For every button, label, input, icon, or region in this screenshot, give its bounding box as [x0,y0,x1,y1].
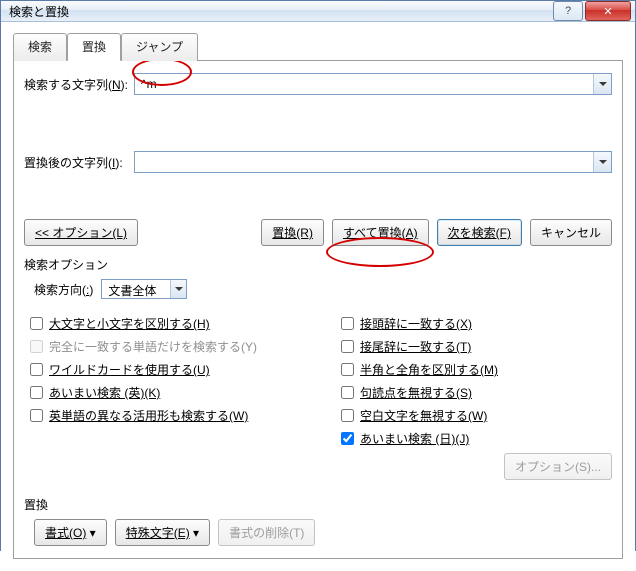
help-icon: ? [565,5,571,17]
help-button[interactable]: ? [553,1,583,21]
check-fuzzy-en[interactable]: あいまい検索 (英)(K) [30,384,301,401]
titlebar-buttons: ? ✕ [553,1,631,21]
replace-section-header: 置換 [24,496,612,513]
replace-combo [134,151,612,173]
check-wildcards[interactable]: ワイルドカードを使用する(U) [30,361,301,378]
check-match-prefix-input[interactable] [341,317,354,330]
action-buttons: << オプション(L) 置換(R) すべて置換(A) 次を検索(F) キャンセル [24,219,612,246]
check-word-forms-input[interactable] [30,409,43,422]
options-s-button: オプション(S)... [504,453,612,480]
find-input[interactable] [135,74,593,94]
chevron-down-icon [599,82,607,86]
direction-dropdown-button[interactable] [170,280,186,298]
right-checkbox-column: 接頭辞に一致する(X) 接尾辞に一致する(T) 半角と全角を区別する(M) 句読… [341,309,612,480]
close-icon: ✕ [603,5,612,18]
options-less-button[interactable]: << オプション(L) [24,219,138,246]
check-ignore-space-input[interactable] [341,409,354,422]
chevron-down-icon: ▾ [90,526,96,540]
find-row: 検索する文字列(N): [24,73,612,95]
special-button[interactable]: 特殊文字(E) ▾ [115,519,210,546]
close-button[interactable]: ✕ [585,1,631,21]
find-combo [134,73,612,95]
tab-find[interactable]: 検索 [13,33,67,61]
direction-select[interactable]: 文書全体 [101,279,187,299]
checkbox-columns: 大文字と小文字を区別する(H) 完全に一致する単語だけを検索する(Y) ワイルド… [30,309,612,480]
check-ignore-space[interactable]: 空白文字を無視する(W) [341,407,612,424]
tab-replace[interactable]: 置換 [67,33,121,61]
check-whole-word-input [30,340,43,353]
find-dropdown-button[interactable] [593,74,611,94]
direction-value: 文書全体 [102,280,170,298]
check-match-case[interactable]: 大文字と小文字を区別する(H) [30,315,301,332]
window-title: 検索と置換 [9,3,553,20]
search-options-header: 検索オプション [24,256,612,273]
check-ignore-width[interactable]: 半角と全角を区別する(M) [341,361,612,378]
cancel-button[interactable]: キャンセル [530,219,612,246]
tabs: 検索 置換 ジャンプ [13,32,623,60]
check-match-prefix[interactable]: 接頭辞に一致する(X) [341,315,612,332]
tabpanel-replace: 検索する文字列(N): 置換後の文字列(I): [13,60,623,559]
direction-label: 検索方向(:) [34,281,93,298]
left-checkbox-column: 大文字と小文字を区別する(H) 完全に一致する単語だけを検索する(Y) ワイルド… [30,309,301,480]
check-ignore-width-input[interactable] [341,363,354,376]
format-button[interactable]: 書式(O) ▾ [34,519,107,546]
replace-input[interactable] [135,152,593,172]
replace-button[interactable]: 置換(R) [261,219,324,246]
format-buttons: 書式(O) ▾ 特殊文字(E) ▾ 書式の削除(T) [34,519,612,546]
check-match-suffix-input[interactable] [341,340,354,353]
titlebar: 検索と置換 ? ✕ [1,1,635,22]
find-replace-window: 検索と置換 ? ✕ 検索 置換 ジャンプ 検索する文字列(N): [0,0,636,551]
chevron-down-icon [599,160,607,164]
replace-row: 置換後の文字列(I): [24,151,612,173]
find-next-button[interactable]: 次を検索(F) [437,219,522,246]
chevron-down-icon [175,287,183,291]
check-whole-word: 完全に一致する単語だけを検索する(Y) [30,338,301,355]
direction-row: 検索方向(:) 文書全体 [34,279,612,299]
check-ignore-punct[interactable]: 句読点を無視する(S) [341,384,612,401]
replace-dropdown-button[interactable] [593,152,611,172]
tab-jump[interactable]: ジャンプ [121,33,198,61]
check-fuzzy-jp[interactable]: あいまい検索 (日)(J) [341,430,612,447]
chevron-down-icon: ▾ [193,526,199,540]
replace-label: 置換後の文字列(I): [24,154,134,171]
check-match-case-input[interactable] [30,317,43,330]
check-word-forms[interactable]: 英単語の異なる活用形も検索する(W) [30,407,301,424]
check-fuzzy-en-input[interactable] [30,386,43,399]
check-ignore-punct-input[interactable] [341,386,354,399]
content-area: 検索 置換 ジャンプ 検索する文字列(N): [1,22,635,571]
clear-format-button: 書式の削除(T) [218,519,315,546]
check-match-suffix[interactable]: 接尾辞に一致する(T) [341,338,612,355]
find-label: 検索する文字列(N): [24,76,134,93]
replace-all-button[interactable]: すべて置換(A) [332,219,429,246]
check-fuzzy-jp-input[interactable] [341,432,354,445]
check-wildcards-input[interactable] [30,363,43,376]
